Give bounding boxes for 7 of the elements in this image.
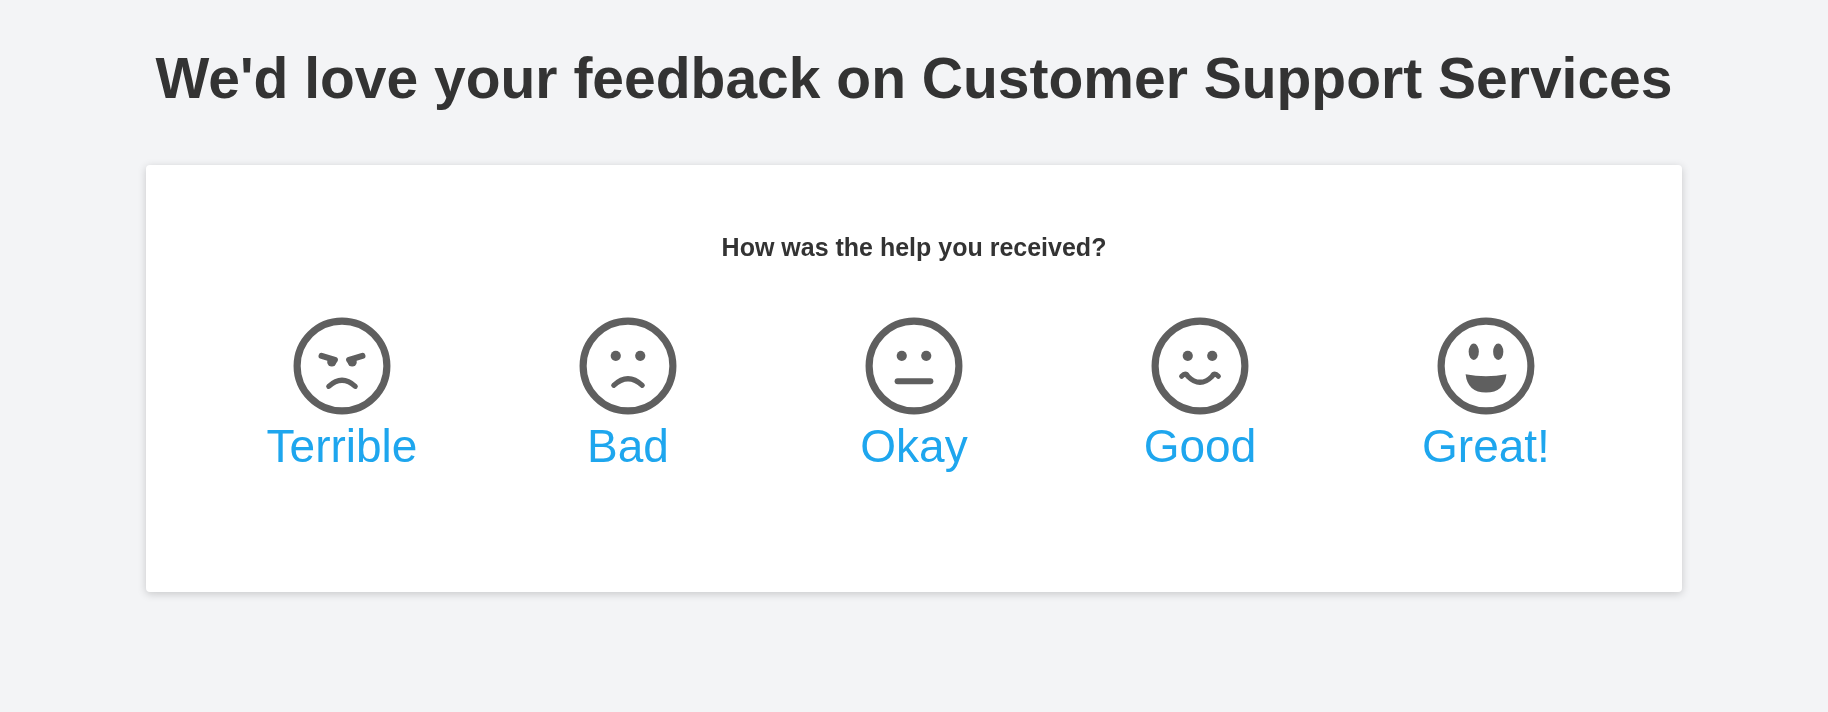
rating-option[interactable]: Good — [1143, 315, 1257, 475]
rating-option[interactable]: Terrible — [266, 315, 418, 475]
question-text: How was the help you received? — [721, 233, 1107, 263]
rating-option[interactable]: Great! — [1422, 315, 1550, 475]
page-title: We'd love your feedback on Customer Support Services — [155, 45, 1673, 112]
rating-option[interactable]: Okay — [860, 315, 968, 475]
rating-option[interactable]: Bad — [577, 315, 679, 475]
